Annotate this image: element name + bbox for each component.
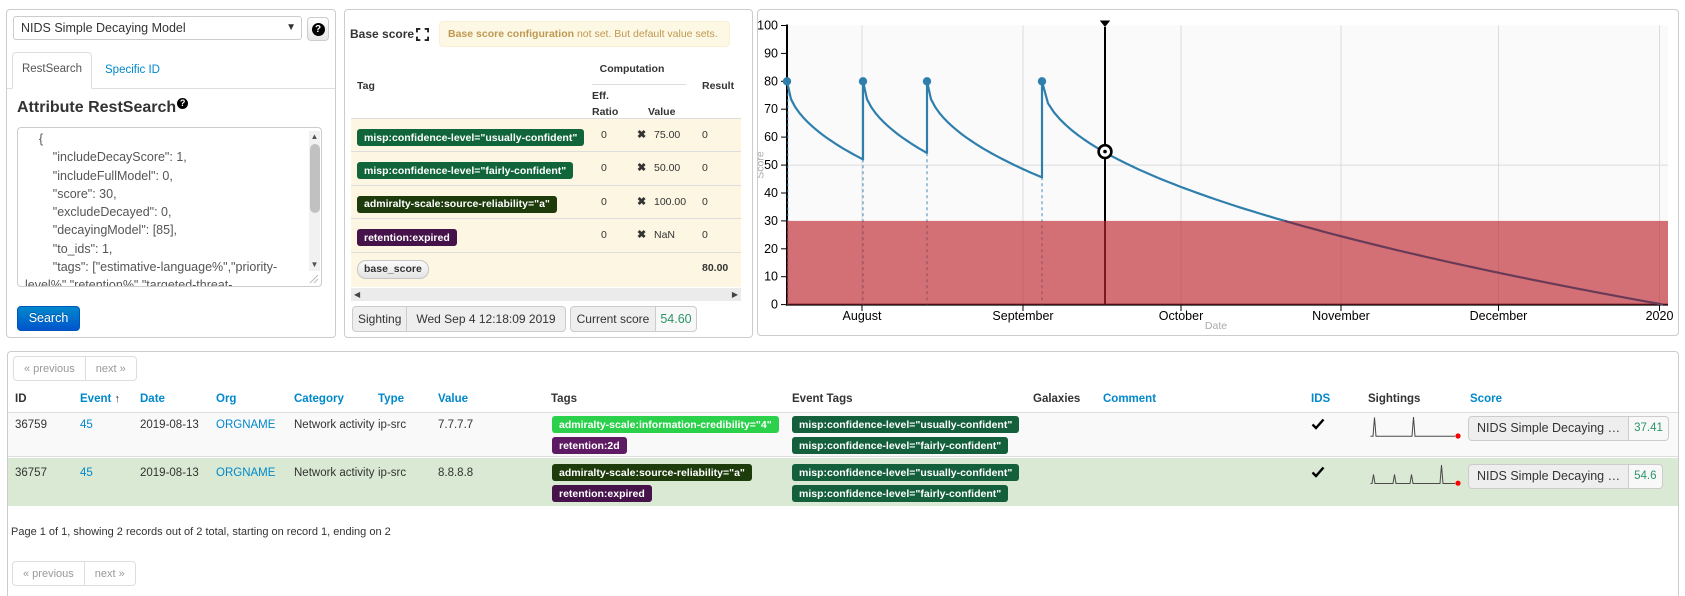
svg-text:90: 90 [764, 46, 778, 60]
svg-text:20: 20 [764, 242, 778, 256]
svg-text:70: 70 [764, 102, 778, 116]
svg-text:October: October [1159, 309, 1203, 323]
svg-text:2020: 2020 [1646, 309, 1674, 323]
svg-text:August: August [843, 309, 882, 323]
svg-text:0: 0 [771, 298, 778, 312]
svg-text:Date: Date [1205, 320, 1227, 332]
svg-text:100: 100 [758, 19, 778, 33]
svg-text:November: November [1312, 309, 1370, 323]
svg-text:30: 30 [764, 214, 778, 228]
svg-text:December: December [1470, 309, 1528, 323]
svg-text:60: 60 [764, 130, 778, 144]
svg-text:40: 40 [764, 186, 778, 200]
svg-text:10: 10 [764, 270, 778, 284]
svg-text:80: 80 [764, 74, 778, 88]
svg-text:September: September [992, 309, 1053, 323]
svg-text:Score: Score [758, 151, 767, 179]
